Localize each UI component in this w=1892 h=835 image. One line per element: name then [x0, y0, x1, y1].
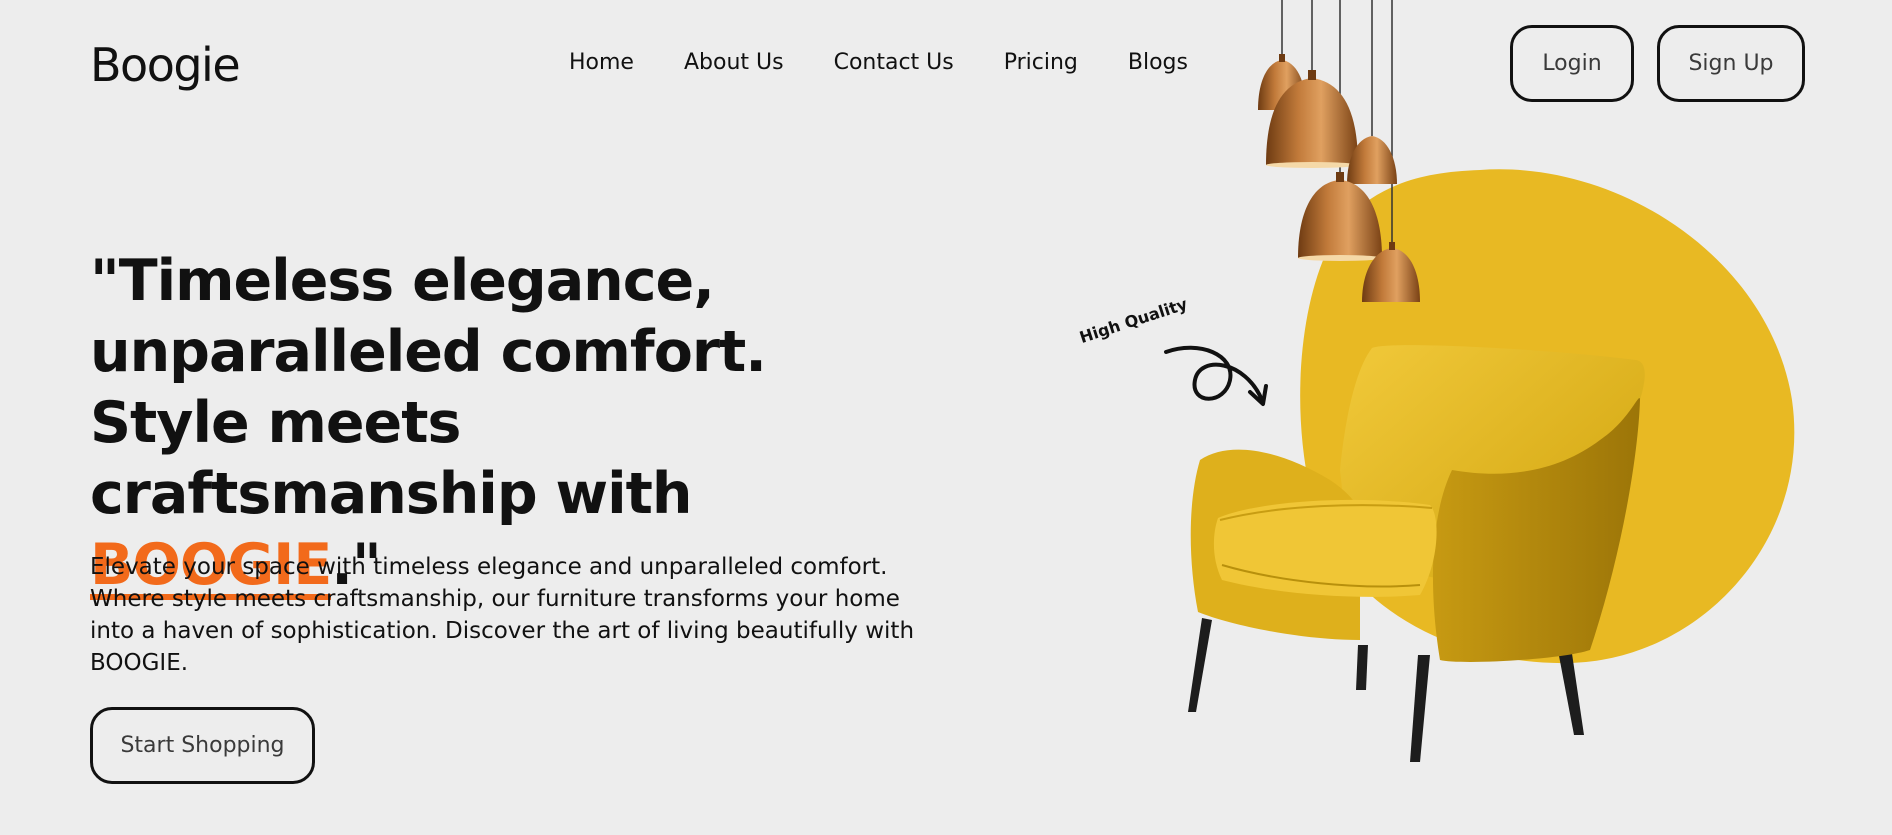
brand-logo[interactable]: Boogie [90, 38, 241, 92]
nav-contact-us[interactable]: Contact Us [834, 50, 954, 75]
nav-about-us[interactable]: About Us [684, 50, 784, 75]
curly-arrow-icon [1164, 345, 1264, 402]
hero-headline-text: "Timeless elegance, unparalleled comfort… [90, 248, 767, 527]
hero-headline: "Timeless elegance, unparalleled comfort… [90, 246, 870, 601]
nav-home[interactable]: Home [569, 50, 634, 75]
hero-description: Elevate your space with timeless eleganc… [90, 554, 915, 676]
armchair-image [1188, 345, 1645, 762]
hero-illustration [1164, 0, 1795, 762]
start-shopping-button[interactable]: Start Shopping [90, 707, 315, 784]
